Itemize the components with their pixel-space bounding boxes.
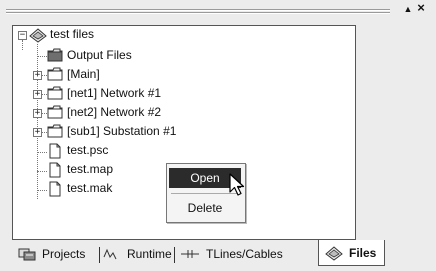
tree-item-label[interactable]: test.mak — [67, 181, 112, 195]
expand-toggle[interactable]: + — [33, 109, 42, 118]
tree-item-label[interactable]: [sub1] Substation #1 — [67, 124, 176, 138]
expand-toggle[interactable]: + — [33, 90, 42, 99]
tree-item-label[interactable]: Output Files — [67, 48, 132, 62]
file-icon — [49, 143, 61, 159]
files-icon — [325, 245, 343, 261]
delete-menu-item[interactable]: Delete — [169, 198, 241, 218]
tab-label: TLines/Cables — [206, 247, 283, 261]
tree-line — [37, 171, 47, 172]
toolbar-grip-lower-highlight — [6, 13, 390, 14]
toolbar-grip-highlight — [6, 10, 390, 11]
tab-projects[interactable]: Projects — [18, 242, 85, 266]
tree-item-label[interactable]: [net1] Network #1 — [67, 86, 161, 100]
tree-line — [37, 152, 47, 153]
mouse-cursor-icon — [229, 173, 245, 196]
folder-icon — [47, 105, 63, 119]
tab-runtime[interactable]: Runtime — [103, 242, 172, 266]
folder-icon — [47, 86, 63, 100]
tree-line — [37, 56, 47, 57]
tree-item-label[interactable]: [Main] — [67, 67, 100, 81]
tree-line — [22, 40, 23, 50]
cable-icon — [181, 250, 199, 258]
tab-separator — [99, 247, 100, 263]
tree-item-label[interactable]: [net2] Network #2 — [67, 105, 161, 119]
expand-toggle[interactable]: + — [33, 128, 42, 137]
tree-root-label[interactable]: test files — [50, 27, 94, 41]
file-icon — [49, 181, 61, 197]
tab-separator — [174, 247, 175, 263]
tree-line — [37, 190, 47, 191]
folder-icon — [47, 67, 63, 81]
tree-item-label[interactable]: test.psc — [67, 143, 108, 157]
waveform-icon — [103, 248, 117, 260]
folder-icon — [47, 124, 63, 138]
folder-icon — [47, 48, 63, 62]
pin-icon[interactable]: ▲ — [402, 2, 414, 16]
tree-line — [37, 44, 38, 199]
tab-label: Projects — [42, 247, 86, 261]
file-icon — [49, 162, 61, 178]
tab-bar: Projects Runtime TLines/Cables Files — [0, 239, 436, 271]
project-icon — [29, 28, 47, 43]
tab-label: Runtime — [127, 247, 172, 261]
projects-icon — [18, 248, 36, 261]
expand-toggle[interactable]: + — [33, 71, 42, 80]
tab-label: Files — [349, 245, 377, 260]
tab-tlines-cables[interactable]: TLines/Cables — [180, 242, 283, 266]
tree-item-label[interactable]: test.map — [67, 162, 113, 176]
tab-files[interactable]: Files — [318, 240, 386, 266]
close-icon[interactable]: × — [414, 1, 428, 15]
collapse-toggle[interactable]: − — [18, 31, 27, 40]
